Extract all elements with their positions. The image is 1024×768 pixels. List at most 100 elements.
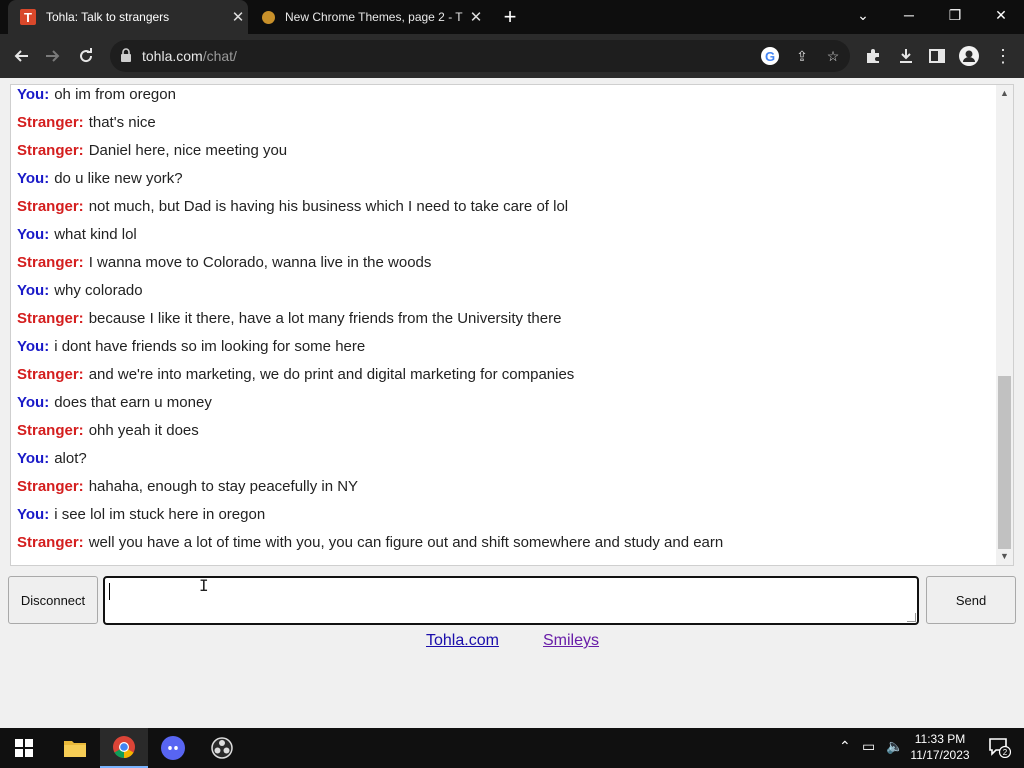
message-sender: You: [17,282,50,299]
extensions-button[interactable] [858,41,888,71]
text-caret [109,583,110,600]
message-text: i see lol im stuck here in oregon [54,506,266,523]
tab-chrome-themes[interactable]: New Chrome Themes, page 2 - T ✕ [250,0,486,34]
obs-taskbar-button[interactable] [198,728,246,768]
puzzle-icon [867,49,879,63]
discord-taskbar-button[interactable] [149,728,197,768]
back-button[interactable] [6,41,36,71]
arrow-left-icon [14,50,28,62]
chat-message: You: does that earn u money [17,389,992,417]
discord-logo-icon [161,736,185,760]
scroll-up-arrow-icon[interactable]: ▲ [996,85,1013,102]
chat-message: You: i see lol im stuck here in oregon [17,501,992,529]
message-sender: You: [17,170,50,187]
avatar-icon [959,46,979,66]
google-lens-icon[interactable]: G [761,47,779,65]
chat-message: You: oh im from oregon [17,85,992,109]
chat-scrollbar[interactable]: ▲ ▼ [996,85,1013,565]
file-explorer-taskbar-button[interactable] [51,728,99,768]
message-sender: Stranger: [17,142,84,159]
folder-icon [64,741,86,757]
menu-button[interactable]: ⋮ [988,41,1018,71]
lock-icon [121,48,131,62]
message-text: Daniel here, nice meeting you [88,142,288,159]
message-sender: Stranger: [17,310,84,327]
chat-message: Stranger: well you have a lot of time wit… [17,529,992,557]
tohla-home-link[interactable]: Tohla.com [426,632,499,650]
scrollbar-thumb[interactable] [998,376,1011,549]
clock-date: 11/17/2023 [910,748,970,762]
reload-button[interactable] [71,41,101,71]
arrow-right-icon [46,50,60,62]
message-text: oh im from oregon [54,86,176,103]
notification-count: 2 [1003,748,1008,757]
message-text: I wanna move to Colorado, wanna live in … [88,254,432,271]
message-text: that's nice [88,114,156,131]
tab-tohla[interactable]: T Tohla: Talk to strangers ✕ [8,0,248,34]
restore-button[interactable]: ❐ [932,0,978,30]
chrome-logo-icon [113,736,135,758]
kebab-menu-icon: ⋮ [994,45,1012,66]
message-text: and we're into marketing, we do print an… [88,366,575,383]
message-sender: Stranger: [17,114,84,131]
message-sender: Stranger: [17,254,84,271]
message-list: You: oh im from oregon Stranger: that's nic… [17,85,992,557]
message-sender: You: [17,450,50,467]
bookmark-star-icon[interactable]: ☆ [823,46,843,66]
share-icon[interactable]: ⇪ [792,46,812,66]
notifications-button[interactable]: 2 [976,728,1024,768]
tab-search-chevron-icon[interactable]: ⌄ [840,0,886,30]
chat-message: Stranger: ohh yeah it does [17,417,992,445]
message-sender: You: [17,394,50,411]
chat-message: You: do u like new york? [17,165,992,193]
message-sender: You: [17,506,50,523]
windows-start-button[interactable] [0,728,48,768]
chat-log[interactable]: You: oh im from oregon Stranger: that's nic… [10,84,1014,566]
message-sender: Stranger: [17,422,84,439]
tohla-favicon-icon: T [20,9,36,25]
message-sender: You: [17,86,50,103]
downloads-button[interactable] [891,41,921,71]
message-input[interactable]: I [103,576,919,625]
send-button[interactable]: Send [926,576,1016,624]
download-icon [900,49,912,63]
tab-title: Tohla: Talk to strangers [46,10,170,24]
clock-time: 11:33 PM [914,732,966,746]
disconnect-button[interactable]: Disconnect [8,576,98,624]
message-text: does that earn u money [54,394,212,411]
new-tab-button[interactable]: + [498,4,522,30]
close-tab-icon[interactable]: ✕ [228,8,248,26]
taskbar-clock[interactable]: 11:33 PM 11/17/2023 [905,731,975,763]
message-sender: Stranger: [17,478,84,495]
minimize-button[interactable]: ─ [886,0,932,30]
close-window-button[interactable]: ✕ [978,0,1024,30]
close-tab-icon[interactable]: ✕ [466,8,486,26]
chat-message: Stranger: I wanna move to Colorado, wanna… [17,249,992,277]
scroll-down-arrow-icon[interactable]: ▼ [996,548,1013,565]
message-sender: Stranger: [17,366,84,383]
message-sender: Stranger: [17,534,84,551]
tab-title: New Chrome Themes, page 2 - T [285,10,463,24]
smileys-link[interactable]: Smileys [543,632,599,650]
message-sender: You: [17,338,50,355]
message-text: alot? [54,450,87,467]
address-bar[interactable]: tohla.com/chat/ G ⇪ ☆ [110,40,850,72]
reload-icon [80,48,93,63]
url-domain: tohla.com [142,48,203,64]
chat-message: You: what kind lol [17,221,992,249]
side-panel-icon [929,49,945,63]
message-text: do u like new york? [54,170,183,187]
show-hidden-icons-chevron-icon[interactable]: ⌃ [839,738,851,755]
url-path: /chat/ [202,48,237,64]
side-panel-button[interactable] [922,41,952,71]
chrome-taskbar-button[interactable] [100,728,148,768]
browser-tab-strip: T Tohla: Talk to strangers ✕ New Chrome … [0,0,1024,34]
network-icon[interactable]: ▭ [862,738,875,755]
forward-button[interactable] [38,41,68,71]
chat-message: Stranger: Daniel here, nice meeting you [17,137,992,165]
volume-muted-icon[interactable]: 🔈 [886,738,903,755]
profile-button[interactable] [954,41,984,71]
resize-grip-icon[interactable] [907,613,916,622]
browser-toolbar: tohla.com/chat/ G ⇪ ☆ ⋮ [0,34,1024,78]
i-beam-cursor-icon: I [199,576,209,595]
